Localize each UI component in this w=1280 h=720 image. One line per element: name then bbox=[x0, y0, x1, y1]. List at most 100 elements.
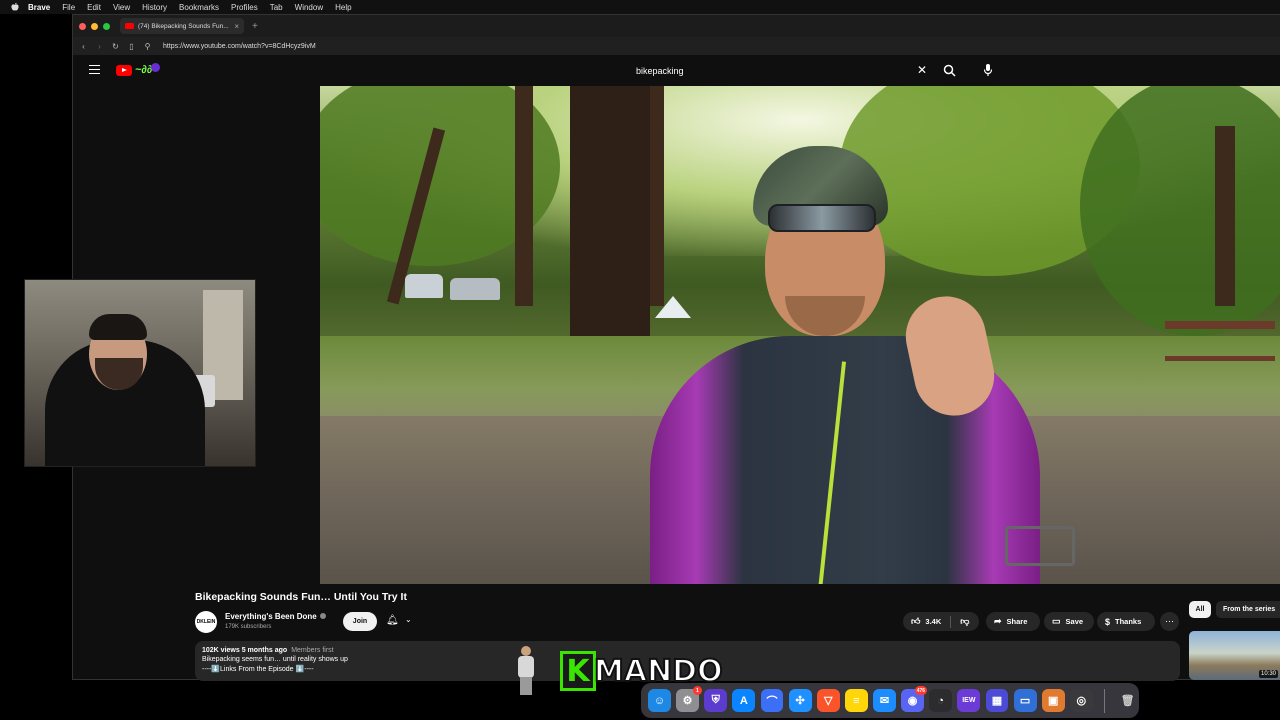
share-icon: ➦ bbox=[994, 616, 1002, 626]
chip-from-the-series[interactable]: From the series bbox=[1216, 601, 1280, 618]
doodle-logo-icon: ~∂∂ bbox=[135, 64, 153, 76]
tab-close-icon[interactable]: × bbox=[234, 22, 239, 31]
menu-view[interactable]: View bbox=[113, 3, 130, 12]
tab-bar: (74) Bikepacking Sounds Fun... × + bbox=[73, 15, 1280, 37]
search-input[interactable]: bikepacking bbox=[636, 66, 684, 76]
video-tree-trunk bbox=[515, 86, 533, 306]
video-camper bbox=[450, 278, 500, 300]
like-dislike-group: 👍︎ 3.4K 👎︎ bbox=[903, 612, 979, 631]
channel-name[interactable]: Everything's Been Done bbox=[225, 612, 326, 621]
menu-hamburger-icon[interactable] bbox=[89, 65, 100, 74]
save-icon: ▭ bbox=[1052, 616, 1061, 626]
search-icon[interactable] bbox=[943, 64, 956, 77]
menu-window[interactable]: Window bbox=[295, 3, 323, 12]
dock-separator bbox=[1104, 688, 1105, 713]
video-tree-trunk bbox=[1215, 126, 1235, 306]
thanks-label: Thanks bbox=[1115, 617, 1142, 626]
like-separator bbox=[950, 615, 952, 628]
youtube-header: ~∂∂ bikepacking ✕ bbox=[73, 55, 1280, 85]
apple-icon[interactable] bbox=[10, 2, 20, 12]
menu-edit[interactable]: Edit bbox=[87, 3, 101, 12]
tab-title: (74) Bikepacking Sounds Fun... bbox=[138, 22, 229, 30]
youtube-favicon-icon bbox=[125, 23, 134, 29]
preview-icon[interactable]: ▣ bbox=[1041, 689, 1065, 712]
join-button[interactable]: Join bbox=[343, 612, 377, 631]
mail-icon[interactable]: ✉ bbox=[873, 689, 896, 712]
thumbs-down-icon[interactable]: 👎︎ bbox=[960, 616, 969, 627]
youtube-logo[interactable]: ~∂∂ bbox=[116, 62, 161, 76]
thumbs-up-icon[interactable]: 👍︎ bbox=[911, 616, 920, 627]
share-label: Share bbox=[1006, 617, 1028, 626]
dancing-character-overlay bbox=[511, 646, 541, 696]
video-rider bbox=[605, 146, 1075, 584]
menu-file[interactable]: File bbox=[62, 3, 75, 12]
menu-bookmarks[interactable]: Bookmarks bbox=[179, 3, 219, 12]
doodle-dot-icon bbox=[151, 62, 161, 72]
new-tab-icon[interactable]: + bbox=[252, 21, 258, 32]
menu-profiles[interactable]: Profiles bbox=[231, 3, 258, 12]
finder-icon[interactable]: ☺ bbox=[648, 689, 671, 712]
thumbnail-duration: 10:30 bbox=[1258, 670, 1278, 678]
thanks-icon: $ bbox=[1105, 616, 1111, 627]
related-video-thumbnail[interactable]: 10:30 bbox=[1189, 631, 1280, 680]
channel-name-text[interactable]: Everything's Been Done bbox=[225, 612, 317, 621]
verified-icon bbox=[319, 613, 326, 619]
channel-avatar[interactable]: DKLEIN bbox=[195, 611, 217, 633]
save-button[interactable]: ▭ Save bbox=[1044, 612, 1094, 631]
menu-app-name[interactable]: Brave bbox=[28, 3, 50, 12]
site-settings-icon[interactable]: ⚲ bbox=[143, 42, 152, 51]
menu-tab[interactable]: Tab bbox=[270, 3, 283, 12]
streamer-webcam bbox=[24, 279, 256, 467]
back-icon[interactable]: ‹ bbox=[79, 42, 88, 51]
video-title: Bikepacking Sounds Fun… Until You Try It bbox=[195, 591, 407, 603]
launchpad-icon[interactable]: ▦ bbox=[985, 689, 1009, 712]
video-picnic-table bbox=[1165, 321, 1275, 361]
bookmark-icon[interactable]: ▯ bbox=[127, 42, 136, 51]
more-actions-icon[interactable]: ⋯ bbox=[1160, 612, 1179, 631]
minimize-window-button[interactable] bbox=[91, 22, 98, 30]
zoom-window-button[interactable] bbox=[103, 22, 110, 30]
iew-icon[interactable]: IEW bbox=[957, 689, 981, 712]
address-bar: ‹ › ↻ ▯ ⚲ https://www.youtube.com/watch?… bbox=[73, 37, 1280, 55]
discord-icon[interactable]: ◉ 476 bbox=[901, 686, 928, 712]
system-settings-icon[interactable]: ⚙ 1 bbox=[676, 686, 703, 712]
subscriber-count: 179K subscribers bbox=[225, 624, 272, 630]
browser-tab-active[interactable]: (74) Bikepacking Sounds Fun... × bbox=[120, 18, 244, 34]
forward-icon[interactable]: › bbox=[95, 42, 104, 51]
video-foliage bbox=[1080, 86, 1280, 336]
video-player[interactable] bbox=[320, 86, 1280, 584]
screen-sharing-icon[interactable]: ▭ bbox=[1013, 689, 1037, 712]
brave-icon[interactable]: ▽ bbox=[816, 689, 840, 712]
chip-all[interactable]: All bbox=[1189, 601, 1211, 618]
macos-menubar: Brave File Edit View History Bookmarks P… bbox=[0, 0, 1280, 14]
menu-help[interactable]: Help bbox=[335, 3, 351, 12]
menu-history[interactable]: History bbox=[142, 3, 167, 12]
clear-search-icon[interactable]: ✕ bbox=[917, 63, 927, 77]
views-date: 102K views 5 months ago bbox=[202, 647, 288, 654]
save-label: Save bbox=[1065, 617, 1084, 626]
share-button[interactable]: ➦ Share bbox=[986, 612, 1040, 631]
bitwarden-icon[interactable]: ⛨ bbox=[704, 689, 728, 712]
window-controls bbox=[79, 22, 110, 30]
youtube-play-icon bbox=[116, 64, 132, 76]
thanks-button[interactable]: $ Thanks bbox=[1097, 612, 1155, 631]
members-first-label: Members first bbox=[291, 647, 334, 654]
arc-icon[interactable]: ⌒ bbox=[760, 689, 784, 712]
video-camper bbox=[405, 274, 443, 298]
obs-icon[interactable]: ◎ bbox=[1069, 689, 1093, 712]
activity-icon[interactable]: ◔ bbox=[929, 689, 953, 712]
url-field[interactable]: https://www.youtube.com/watch?v=8CdHcyz9… bbox=[163, 43, 316, 50]
trash-icon[interactable]: 🗑 bbox=[1116, 689, 1139, 712]
microphone-icon[interactable] bbox=[983, 63, 993, 77]
reload-icon[interactable]: ↻ bbox=[111, 42, 120, 51]
safari-icon[interactable]: ✣ bbox=[788, 689, 812, 712]
notification-badge: 1 bbox=[693, 686, 703, 695]
app-store-icon[interactable]: A bbox=[732, 689, 756, 712]
notification-badge: 476 bbox=[914, 686, 928, 695]
close-window-button[interactable] bbox=[79, 22, 86, 30]
notification-bell-icon[interactable]: 🔔︎ bbox=[386, 615, 399, 626]
chevron-down-icon[interactable]: ⌄ bbox=[405, 615, 412, 624]
notes-icon[interactable]: ≡ bbox=[844, 689, 868, 712]
kmando-k: K bbox=[560, 651, 596, 691]
like-count[interactable]: 3.4K bbox=[925, 617, 941, 626]
